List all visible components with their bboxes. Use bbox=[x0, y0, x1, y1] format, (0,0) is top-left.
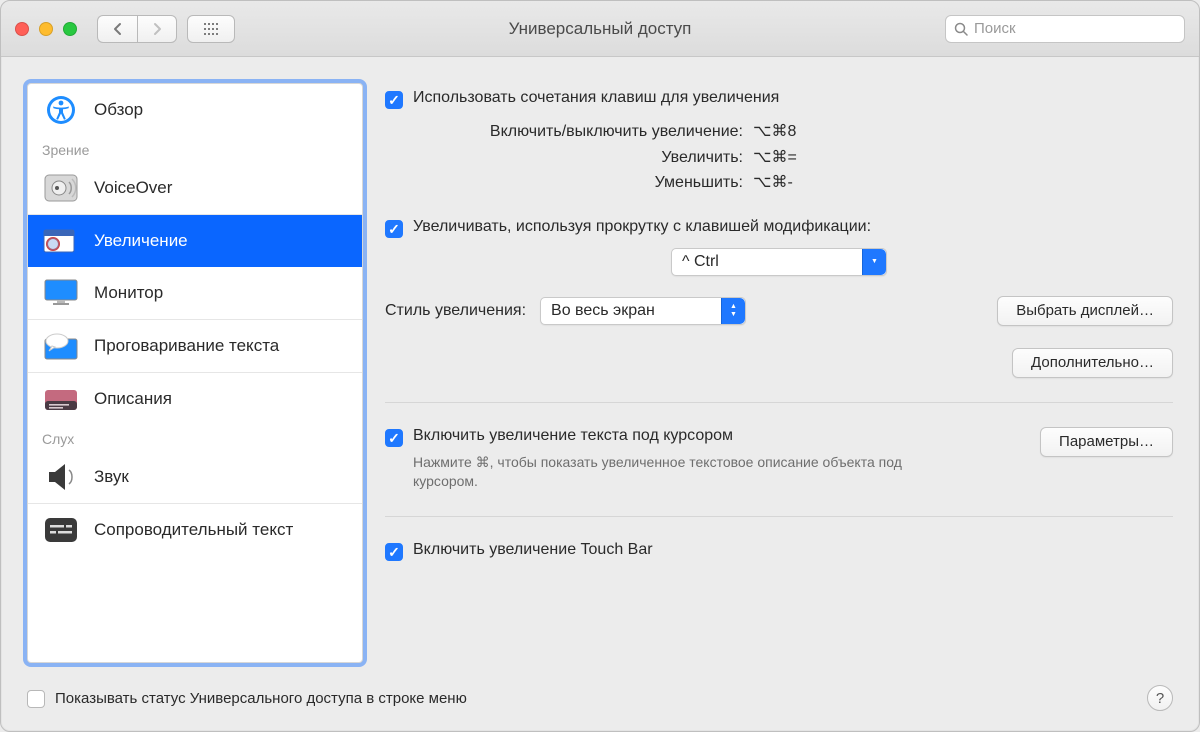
divider bbox=[385, 516, 1173, 517]
zoom-style-value: Во весь экран bbox=[541, 302, 721, 320]
sidebar-item-label: Монитор bbox=[94, 283, 163, 303]
zoom-in-shortcut: ⌥⌘= bbox=[753, 145, 797, 171]
search-icon bbox=[954, 22, 968, 36]
sidebar-item-label: Увеличение bbox=[94, 231, 188, 251]
sidebar-item-label: Проговаривание текста bbox=[94, 336, 279, 356]
display-icon bbox=[42, 277, 80, 309]
advanced-button[interactable]: Дополнительно… bbox=[1012, 348, 1173, 378]
zoom-style-label: Стиль увеличения: bbox=[385, 302, 526, 320]
scroll-modifier-label: Увеличивать, используя прокрутку с клави… bbox=[413, 218, 871, 236]
captions-icon bbox=[42, 514, 80, 546]
sidebar-item-label: Звук bbox=[94, 467, 129, 487]
hover-text-options-button[interactable]: Параметры… bbox=[1040, 427, 1173, 457]
nav-buttons bbox=[97, 15, 177, 43]
sidebar-item-descriptions[interactable]: Описания bbox=[28, 373, 362, 425]
use-shortcuts-row: Использовать сочетания клавиш для увелич… bbox=[385, 89, 1173, 109]
hover-text-checkbox[interactable] bbox=[385, 429, 403, 447]
modifier-key-value: ^ Ctrl bbox=[672, 253, 862, 271]
zoom-window-button[interactable] bbox=[63, 22, 77, 36]
chevron-left-icon bbox=[113, 22, 123, 36]
toggle-zoom-label: Включить/выключить увеличение: bbox=[413, 119, 743, 145]
back-button[interactable] bbox=[97, 15, 137, 43]
modifier-key-select[interactable]: ^ Ctrl ▼ bbox=[671, 248, 887, 276]
sidebar-item-label: VoiceOver bbox=[94, 178, 172, 198]
forward-button[interactable] bbox=[137, 15, 177, 43]
sidebar-category-hearing: Слух bbox=[28, 425, 362, 451]
help-button[interactable]: ? bbox=[1147, 685, 1173, 711]
use-shortcuts-label: Использовать сочетания клавиш для увелич… bbox=[413, 89, 779, 107]
voiceover-icon bbox=[42, 172, 80, 204]
show-all-button[interactable] bbox=[187, 15, 235, 43]
zoom-style-row: Стиль увеличения: Во весь экран ▲▼ Выбра… bbox=[385, 296, 1173, 326]
show-menubar-status-label: Показывать статус Универсального доступа… bbox=[55, 690, 467, 707]
sidebar-item-voiceover[interactable]: VoiceOver bbox=[28, 162, 362, 214]
choose-display-button[interactable]: Выбрать дисплей… bbox=[997, 296, 1173, 326]
zoom-out-label: Уменьшить: bbox=[413, 170, 743, 196]
sidebar-item-zoom[interactable]: Увеличение bbox=[28, 215, 362, 267]
search-input[interactable] bbox=[974, 20, 1176, 37]
touchbar-row: Включить увеличение Touch Bar bbox=[385, 541, 1173, 561]
sidebar-item-label: Описания bbox=[94, 389, 172, 409]
sidebar-item-label: Сопроводительный текст bbox=[94, 520, 293, 540]
touchbar-zoom-label: Включить увеличение Touch Bar bbox=[413, 541, 653, 559]
traffic-lights bbox=[15, 22, 77, 36]
footer: Показывать статус Универсального доступа… bbox=[1, 685, 1199, 731]
preferences-window: Универсальный доступ Обзор Зрение VoiceO… bbox=[0, 0, 1200, 732]
chevron-updown-icon: ▲▼ bbox=[721, 298, 745, 324]
hover-text-label: Включить увеличение текста под курсором bbox=[413, 427, 733, 445]
sidebar-item-label: Обзор bbox=[94, 100, 143, 120]
toggle-zoom-shortcut: ⌥⌘8 bbox=[753, 119, 796, 145]
sidebar-item-audio[interactable]: Звук bbox=[28, 451, 362, 503]
divider bbox=[385, 402, 1173, 403]
grid-icon bbox=[203, 22, 219, 36]
chevron-right-icon bbox=[152, 22, 162, 36]
content-area: Обзор Зрение VoiceOver Увеличение bbox=[1, 57, 1199, 685]
speech-icon bbox=[42, 330, 80, 362]
accessibility-icon bbox=[42, 94, 80, 126]
sidebar-item-captions[interactable]: Сопроводительный текст bbox=[28, 504, 362, 556]
close-window-button[interactable] bbox=[15, 22, 29, 36]
scroll-modifier-row: Увеличивать, используя прокрутку с клави… bbox=[385, 218, 1173, 238]
scroll-modifier-checkbox[interactable] bbox=[385, 220, 403, 238]
speaker-icon bbox=[42, 461, 80, 493]
sidebar-category-vision: Зрение bbox=[28, 136, 362, 162]
settings-panel: Использовать сочетания клавиш для увелич… bbox=[385, 83, 1173, 669]
titlebar: Универсальный доступ bbox=[1, 1, 1199, 57]
touchbar-zoom-checkbox[interactable] bbox=[385, 543, 403, 561]
show-menubar-status-checkbox[interactable] bbox=[27, 690, 45, 708]
descriptions-icon bbox=[42, 383, 80, 415]
zoom-style-select[interactable]: Во весь экран ▲▼ bbox=[540, 297, 746, 325]
search-field[interactable] bbox=[945, 15, 1185, 43]
chevron-down-icon: ▼ bbox=[862, 249, 886, 275]
shortcuts-list: Включить/выключить увеличение: ⌥⌘8 Увелич… bbox=[413, 119, 1173, 196]
sidebar-item-display[interactable]: Монитор bbox=[28, 267, 362, 319]
sidebar-item-overview[interactable]: Обзор bbox=[28, 84, 362, 136]
use-shortcuts-checkbox[interactable] bbox=[385, 91, 403, 109]
zoom-in-label: Увеличить: bbox=[413, 145, 743, 171]
hover-text-row: Включить увеличение текста под курсором … bbox=[385, 427, 1173, 492]
sidebar-item-speech[interactable]: Проговаривание текста bbox=[28, 320, 362, 372]
sidebar[interactable]: Обзор Зрение VoiceOver Увеличение bbox=[27, 83, 363, 663]
minimize-window-button[interactable] bbox=[39, 22, 53, 36]
hover-text-hint: Нажмите ⌘, чтобы показать увеличенное те… bbox=[413, 453, 933, 492]
zoom-out-shortcut: ⌥⌘- bbox=[753, 170, 793, 196]
zoom-icon bbox=[42, 225, 80, 257]
